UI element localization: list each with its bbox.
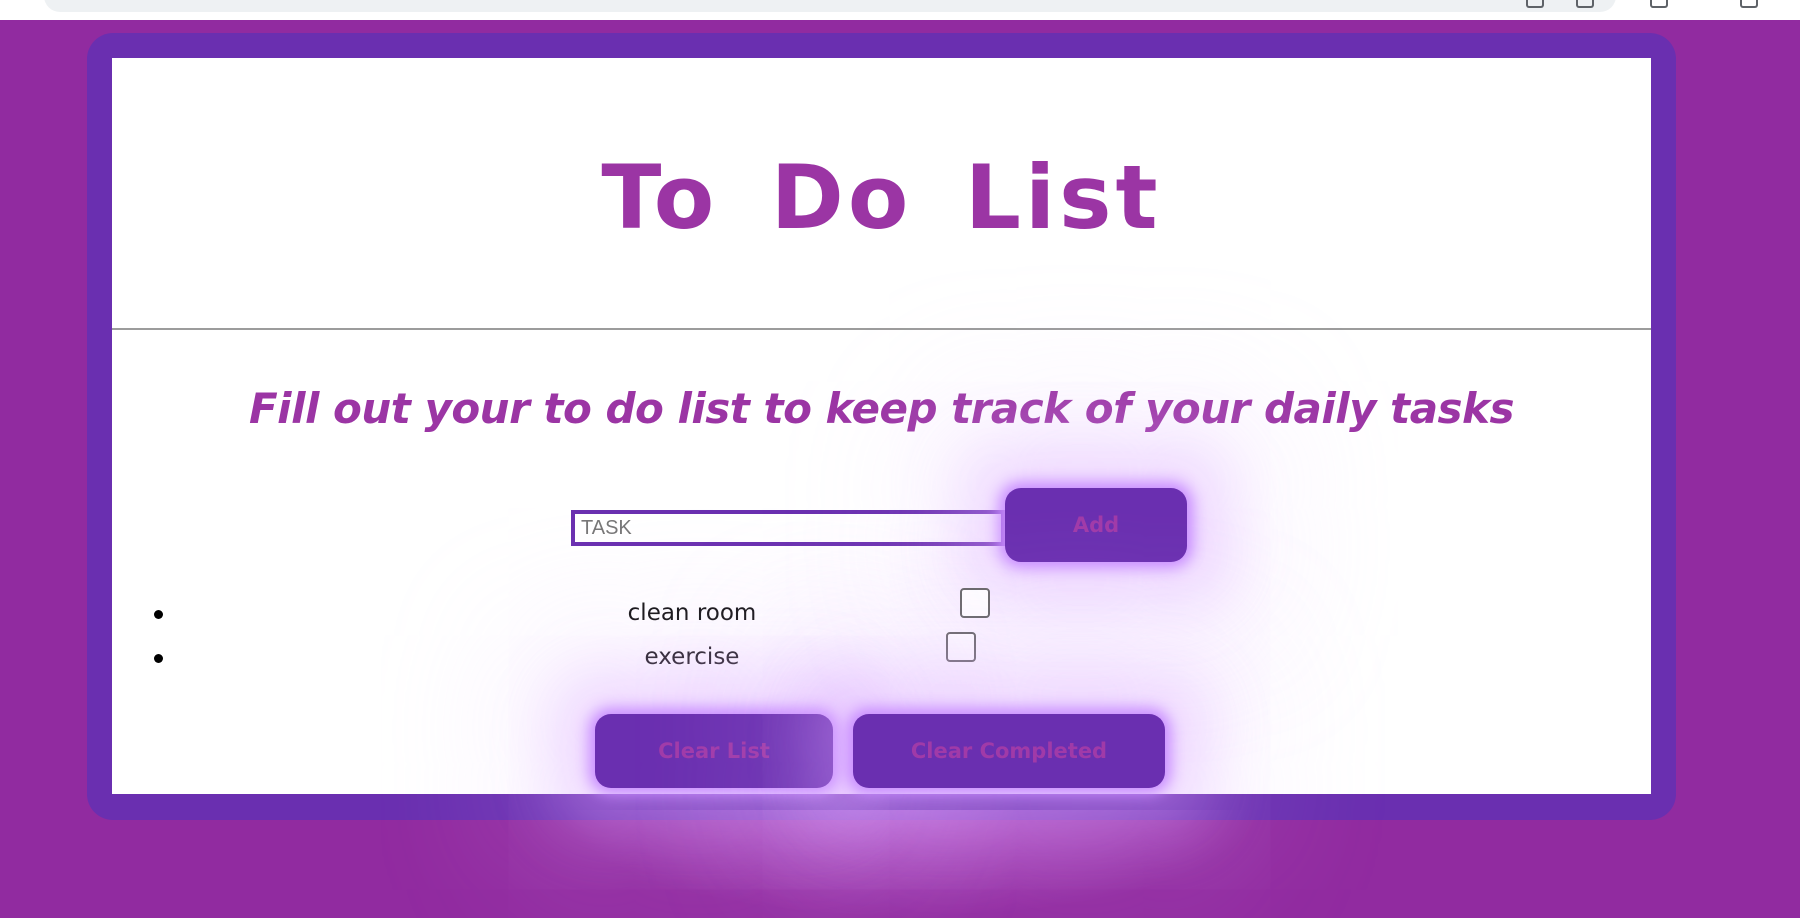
task-input[interactable] (571, 510, 1005, 546)
header: To Do List (112, 58, 1651, 330)
task-list: clean room exercise (112, 588, 1651, 684)
clear-list-button[interactable]: Clear List (595, 714, 833, 788)
browser-toolbar (0, 0, 1800, 20)
puzzle-icon[interactable] (1576, 0, 1594, 8)
button-glow-decoration (560, 810, 1260, 918)
page-title: To Do List (601, 146, 1162, 249)
profile-icon[interactable] (1650, 0, 1668, 8)
task-label: exercise (644, 644, 740, 670)
todo-card: To Do List Fill out your to do list to k… (112, 58, 1651, 794)
address-bar[interactable] (44, 0, 1616, 12)
task-checkbox[interactable] (946, 632, 976, 662)
task-checkbox[interactable] (960, 588, 990, 618)
extension-icon[interactable] (1526, 0, 1544, 8)
list-item: exercise (112, 632, 1651, 684)
bullet-icon (154, 654, 163, 663)
page-subtitle: Fill out your to do list to keep track o… (248, 384, 1515, 433)
menu-icon[interactable] (1740, 0, 1758, 8)
list-item: clean room (112, 588, 1651, 640)
bullet-icon (154, 610, 163, 619)
task-label: clean room (627, 600, 757, 626)
add-button[interactable]: Add (1005, 488, 1187, 562)
clear-completed-button[interactable]: Clear Completed (853, 714, 1165, 788)
